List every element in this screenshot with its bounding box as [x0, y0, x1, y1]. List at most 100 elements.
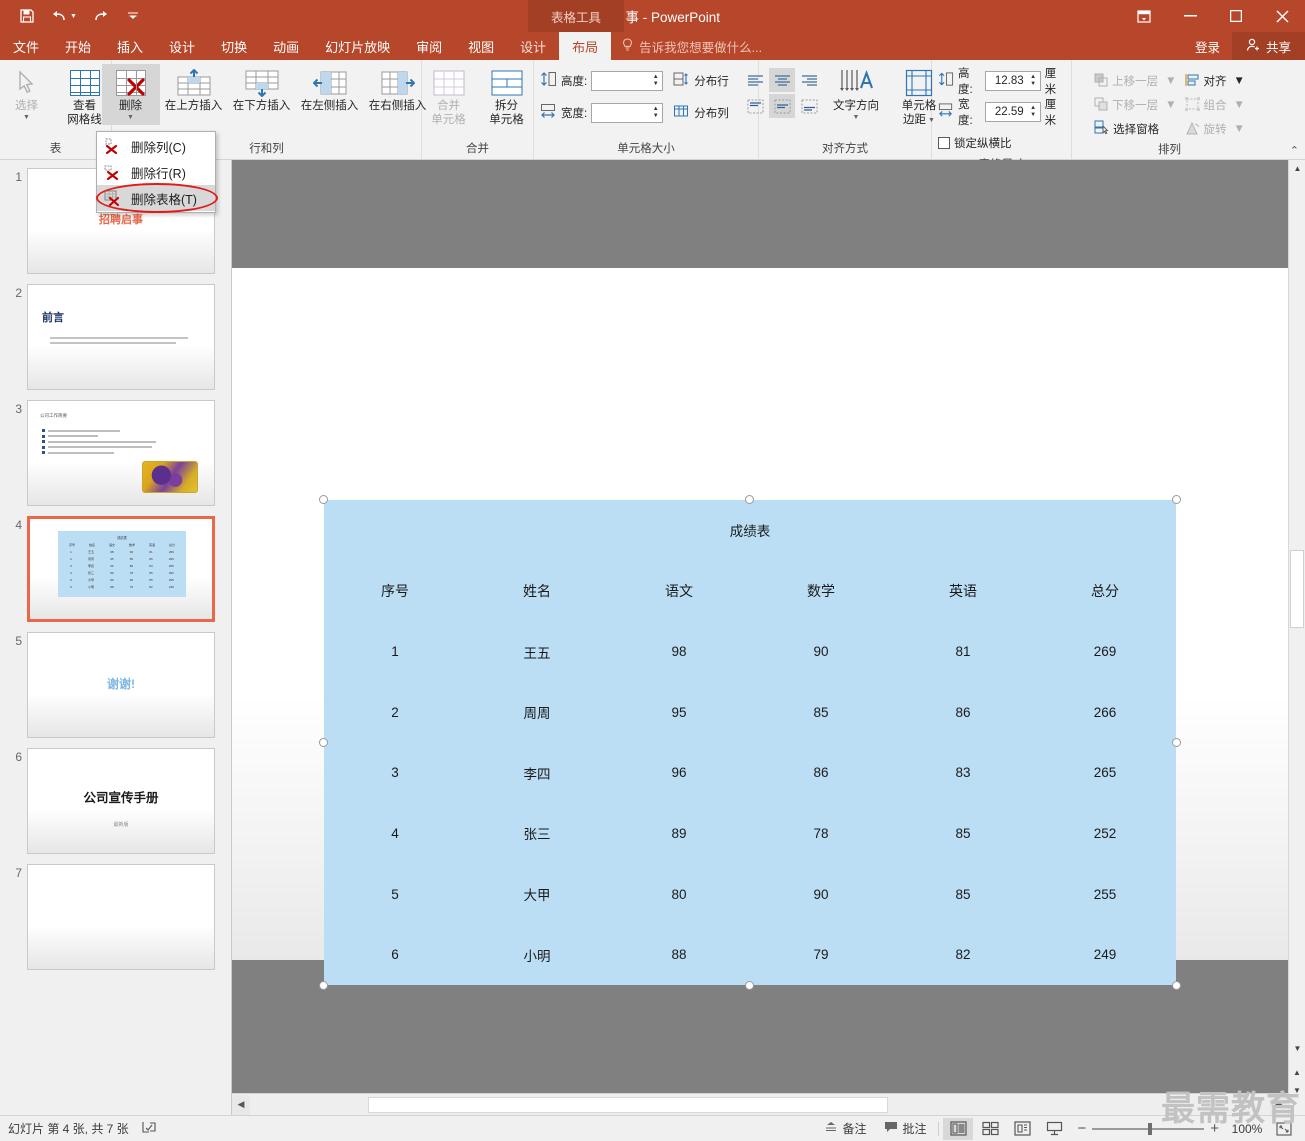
table-cell[interactable]: 85: [750, 682, 892, 743]
table-cell[interactable]: 李四: [466, 743, 608, 804]
align-middle-button[interactable]: [769, 94, 795, 118]
tab-insert[interactable]: 插入: [104, 32, 156, 60]
slide-canvas[interactable]: 成绩表 序号 姓名 语文 数学 英语 总分 1 王五 98 90 81 269 …: [232, 268, 1288, 990]
table-cell[interactable]: 265: [1034, 743, 1176, 804]
slide-sorter-view-button[interactable]: [975, 1118, 1005, 1140]
cell-width-input[interactable]: ▲ ▼: [591, 103, 664, 123]
insert-above-button[interactable]: 在上方插入: [160, 64, 228, 116]
table-cell[interactable]: 96: [608, 743, 750, 804]
group-objects-caret-icon[interactable]: ▼: [1234, 99, 1245, 111]
table-height-spinner-icon[interactable]: ▲ ▼: [1028, 72, 1039, 90]
delete-button[interactable]: 删除 ▼: [101, 64, 160, 126]
table-cell[interactable]: 86: [892, 682, 1034, 743]
resize-handle-bottom-right[interactable]: [1172, 981, 1181, 990]
table-row[interactable]: 4 张三 89 78 85 252: [324, 803, 1176, 864]
comments-button[interactable]: 批注: [876, 1118, 934, 1140]
text-direction-caret-icon[interactable]: ▼: [853, 114, 860, 122]
normal-view-button[interactable]: [943, 1117, 974, 1140]
thumbnail-slide-3[interactable]: 公司工作简要: [27, 400, 215, 506]
table-row[interactable]: 6 小明 88 79 82 249: [324, 924, 1176, 985]
cell-height-spinner-icon[interactable]: ▲ ▼: [650, 72, 661, 90]
tab-file[interactable]: 文件: [0, 32, 52, 60]
selection-pane-button[interactable]: 选择窗格: [1090, 117, 1180, 141]
distribute-rows-button[interactable]: 分布行: [671, 68, 731, 94]
tab-home[interactable]: 开始: [52, 32, 104, 60]
table-cell[interactable]: 张三: [466, 803, 608, 864]
split-cells-button[interactable]: 拆分 单元格: [478, 64, 536, 130]
align-left-button[interactable]: [742, 68, 768, 92]
table-cell[interactable]: 大甲: [466, 864, 608, 925]
resize-handle-bottom-left[interactable]: [319, 981, 328, 990]
align-bottom-button[interactable]: [796, 94, 822, 118]
thumbnail-slide-6[interactable]: 公司宣传手册 最新版: [27, 748, 215, 854]
tab-design[interactable]: 设计: [156, 32, 208, 60]
table-cell[interactable]: 王五: [466, 621, 608, 682]
tab-slideshow[interactable]: 幻灯片放映: [312, 32, 403, 60]
table-row[interactable]: 2 周周 95 85 86 266: [324, 682, 1176, 743]
align-objects-caret-icon[interactable]: ▼: [1234, 75, 1245, 87]
thumbnail-row-4[interactable]: 4 成绩表 序号 姓名 语文 数学 英语 总分 1 王五 98 90 81 269 2 周周 95 85 8…: [0, 516, 231, 632]
bring-forward-caret-icon[interactable]: ▼: [1165, 75, 1176, 87]
delete-caret-icon[interactable]: ▼: [127, 114, 134, 122]
zoom-track[interactable]: [1092, 1122, 1205, 1135]
collapse-ribbon-icon[interactable]: ⌃: [1290, 144, 1299, 157]
fit-to-window-icon[interactable]: [1269, 1118, 1299, 1140]
scroll-down-icon[interactable]: ▼: [1289, 1040, 1305, 1057]
thumbnail-slide-4[interactable]: 成绩表 序号 姓名 语文 数学 英语 总分 1 王五 98 90 81 269 2 周周 95 85 86 2…: [27, 516, 215, 622]
cell-width-spinner-icon[interactable]: ▲ ▼: [650, 104, 661, 122]
align-center-button[interactable]: [769, 68, 795, 92]
undo-caret-icon[interactable]: ▼: [70, 13, 77, 20]
table-cell[interactable]: 小明: [466, 924, 608, 985]
table-cell[interactable]: 86: [750, 743, 892, 804]
table-cell[interactable]: 78: [750, 803, 892, 864]
table-selection-wrapper[interactable]: 成绩表 序号 姓名 语文 数学 英语 总分 1 王五 98 90 81 269 …: [319, 495, 1181, 990]
table-height-input[interactable]: 12.83 ▲ ▼: [985, 71, 1041, 91]
group-objects-button[interactable]: 组合 ▼: [1181, 93, 1249, 117]
table-cell[interactable]: 85: [892, 864, 1034, 925]
reading-view-button[interactable]: [1007, 1118, 1037, 1140]
table-width-input[interactable]: 22.59 ▲ ▼: [985, 102, 1041, 122]
table-cell[interactable]: 249: [1034, 924, 1176, 985]
resize-handle-top-right[interactable]: [1172, 495, 1181, 504]
insert-left-button[interactable]: 在左侧插入: [296, 64, 364, 116]
merge-cells-button[interactable]: 合并 单元格: [420, 64, 478, 130]
vertical-scrollbar[interactable]: ▲ ▲ ▼ ▼: [1288, 160, 1305, 1115]
slide-thumbnail-pane[interactable]: 1 招聘启事 2 前言 3 公司工作简要 4 成绩表 序号 姓名 语文 数学 英…: [0, 160, 232, 1115]
table-cell[interactable]: 2: [324, 682, 466, 743]
send-backward-button[interactable]: 下移一层 ▼: [1090, 93, 1180, 117]
resize-handle-top-left[interactable]: [319, 495, 328, 504]
send-backward-caret-icon[interactable]: ▼: [1165, 99, 1176, 111]
table-cell[interactable]: 88: [608, 924, 750, 985]
tab-transitions[interactable]: 切换: [208, 32, 260, 60]
thumbnail-slide-5[interactable]: 谢谢!: [27, 632, 215, 738]
select-button[interactable]: 选择 ▼: [0, 64, 56, 125]
tab-table-layout[interactable]: 布局: [559, 32, 612, 60]
table-cell[interactable]: 79: [750, 924, 892, 985]
insert-below-button[interactable]: 在下方插入: [228, 64, 296, 116]
zoom-out-button[interactable]: −: [1077, 1120, 1086, 1137]
lock-aspect-ratio-row[interactable]: 锁定纵横比: [936, 130, 1014, 156]
table-cell[interactable]: 89: [608, 803, 750, 864]
previous-slide-icon[interactable]: ▲: [1289, 1068, 1305, 1077]
notes-button[interactable]: 备注: [816, 1118, 874, 1140]
horizontal-scroll-track[interactable]: [250, 1094, 1270, 1115]
table-cell[interactable]: 98: [608, 621, 750, 682]
ribbon-display-options-icon[interactable]: [1121, 0, 1167, 32]
table-width-spinner-icon[interactable]: ▲ ▼: [1028, 103, 1039, 121]
vertical-scroll-thumb[interactable]: [1290, 550, 1304, 628]
horizontal-scrollbar[interactable]: ◀ ▶: [232, 1093, 1288, 1115]
cell-height-input[interactable]: ▲ ▼: [591, 71, 664, 91]
table-cell[interactable]: 5: [324, 864, 466, 925]
spellcheck-icon[interactable]: [141, 1120, 157, 1137]
table-cell[interactable]: 95: [608, 682, 750, 743]
table-cell[interactable]: 255: [1034, 864, 1176, 925]
table-cell[interactable]: 80: [608, 864, 750, 925]
thumbnail-slide-2[interactable]: 前言: [27, 284, 215, 390]
table-row[interactable]: 5 大甲 80 90 85 255: [324, 864, 1176, 925]
resize-handle-top-center[interactable]: [745, 495, 754, 504]
tell-me-search[interactable]: 告诉我您想要做什么...: [611, 32, 772, 60]
text-direction-button[interactable]: 文字方向 ▼: [822, 64, 890, 125]
thumbnail-slide-7[interactable]: [27, 864, 215, 970]
table-cell[interactable]: 85: [892, 803, 1034, 864]
minimize-button[interactable]: [1167, 0, 1213, 32]
